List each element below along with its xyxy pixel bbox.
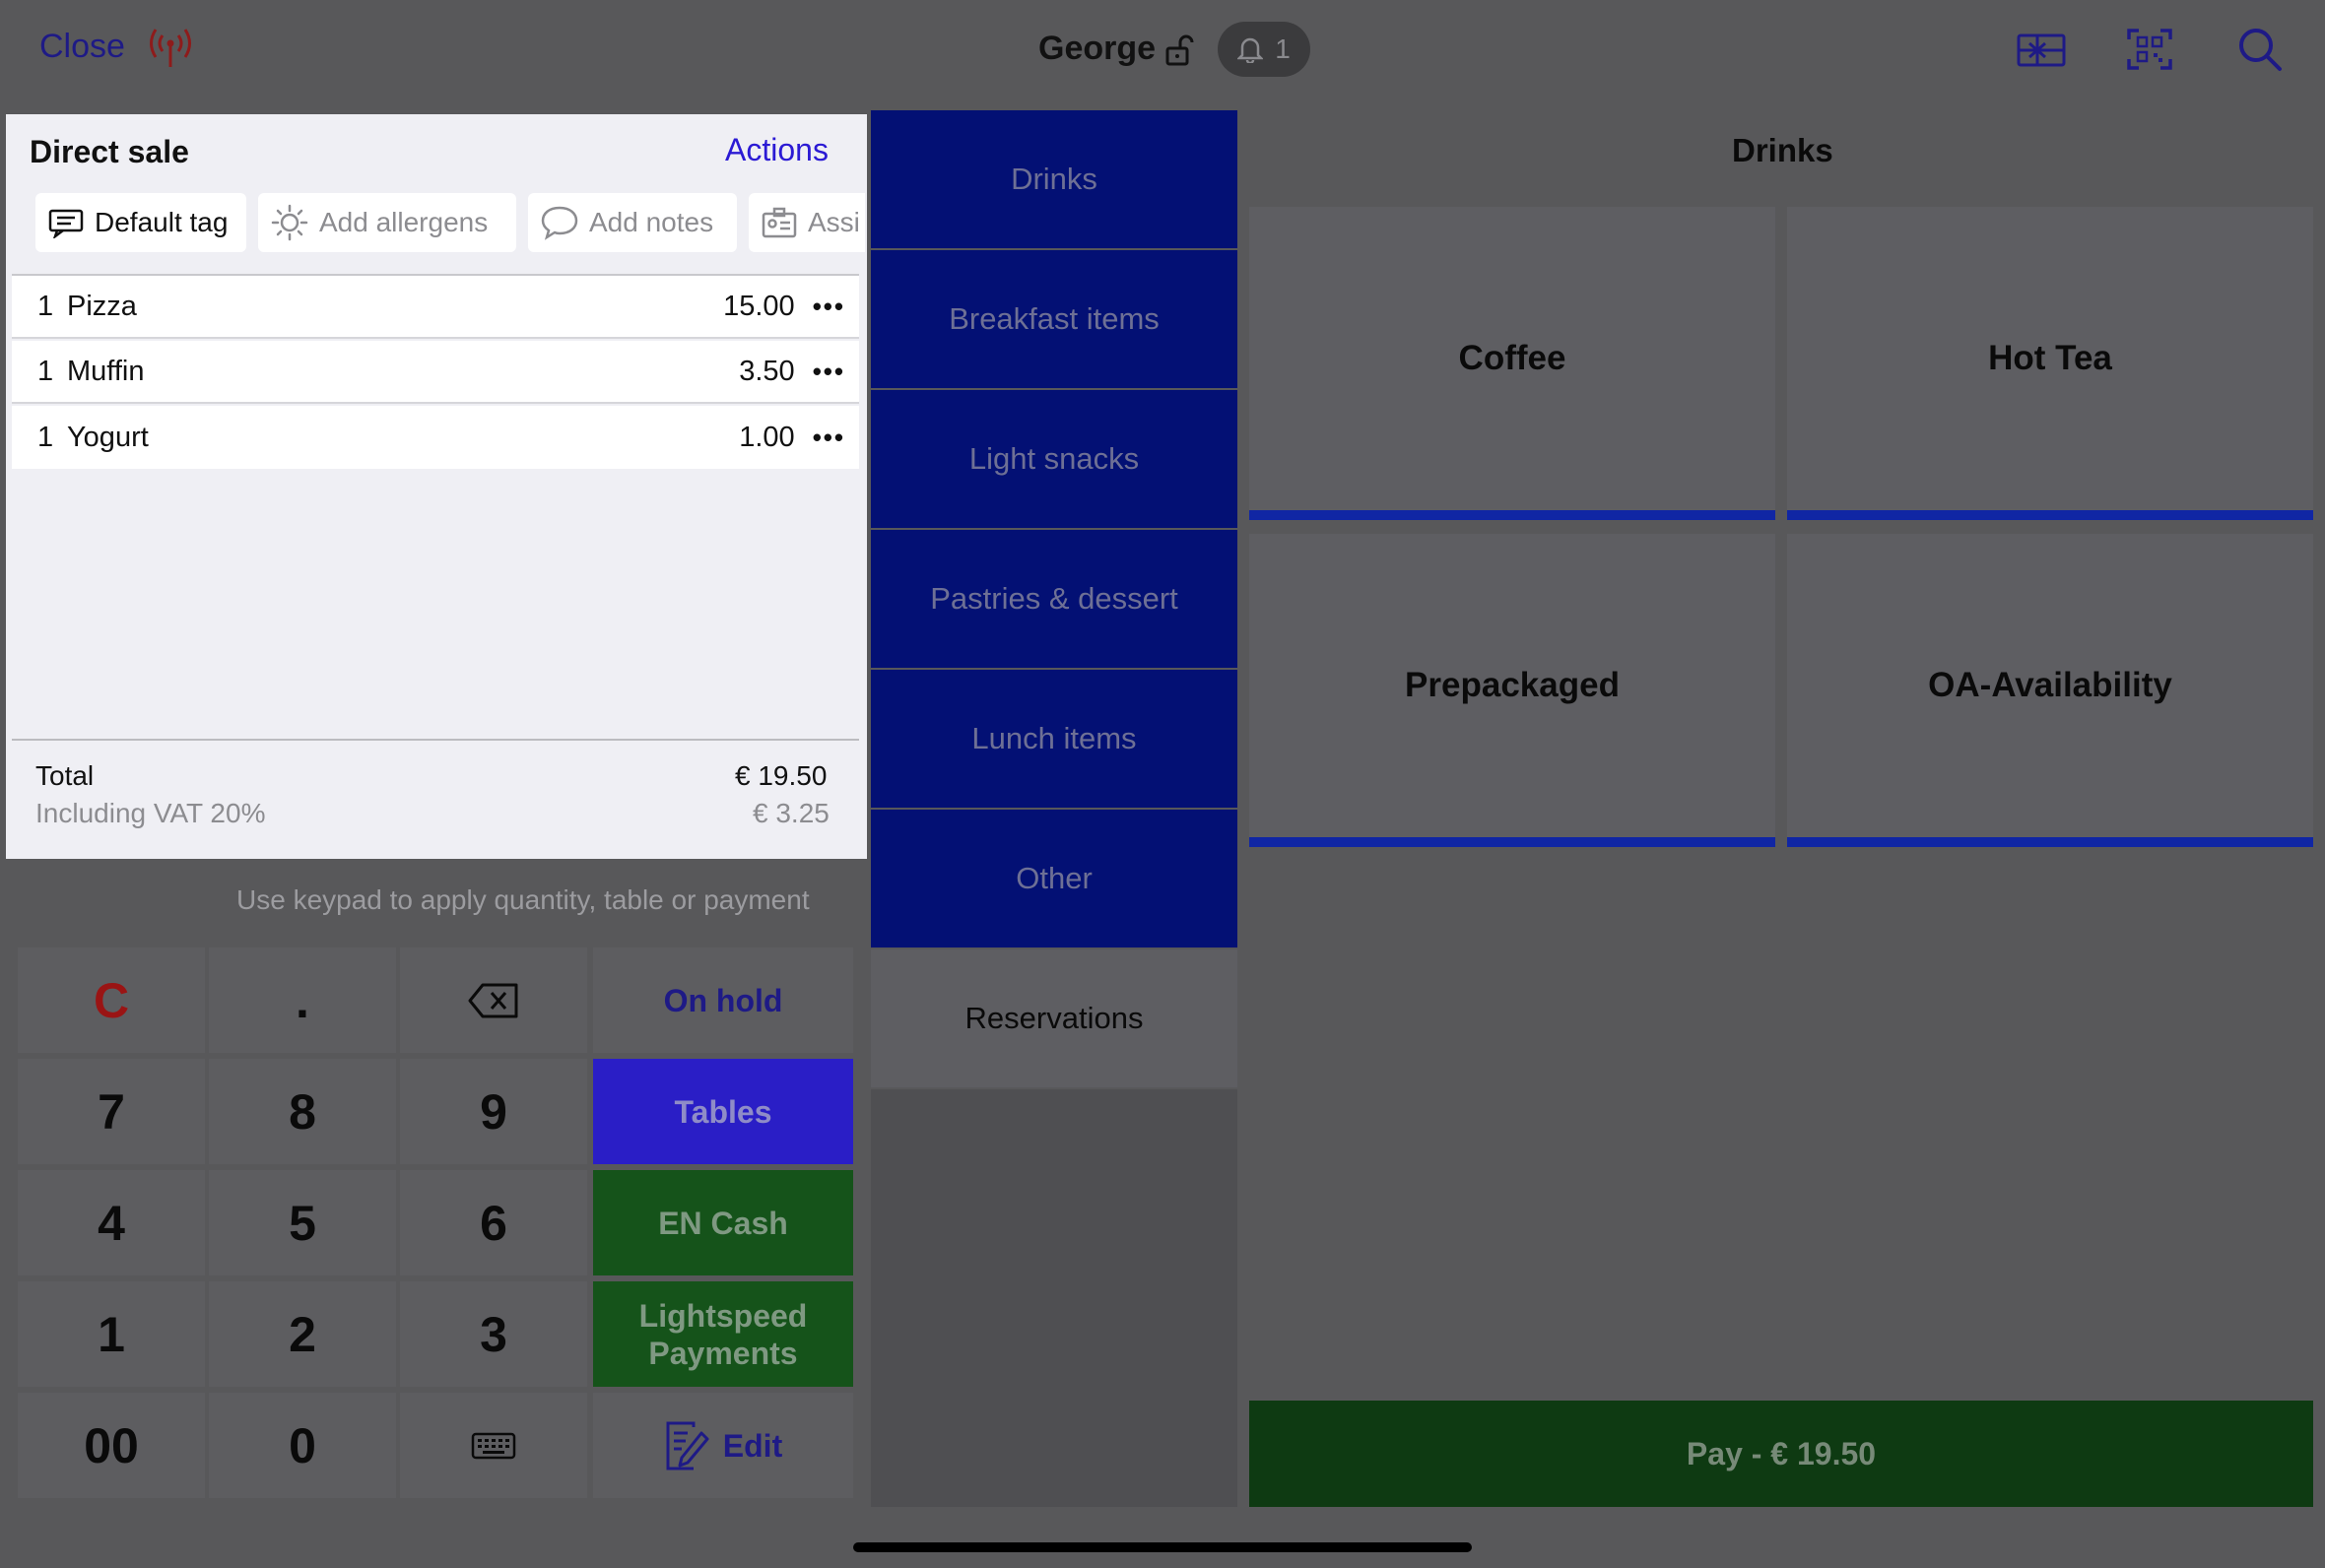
- en-cash-button[interactable]: EN Cash: [593, 1170, 853, 1275]
- add-notes-label: Add notes: [589, 207, 714, 237]
- key-9[interactable]: 9: [400, 1059, 587, 1164]
- qr-scan-icon[interactable]: [2124, 26, 2175, 73]
- key-1[interactable]: 1: [18, 1281, 205, 1387]
- item-name: Pizza: [67, 290, 137, 322]
- category-pastries-dessert[interactable]: Pastries & dessert: [871, 530, 1237, 668]
- clear-key[interactable]: C: [18, 947, 205, 1053]
- search-icon[interactable]: [2234, 26, 2286, 73]
- order-item-row[interactable]: 1 Yogurt 1.00 •••: [12, 406, 859, 469]
- id-card-icon: [762, 207, 797, 238]
- order-item-row[interactable]: 1 Muffin 3.50 •••: [12, 341, 859, 404]
- product-coffee[interactable]: Coffee: [1249, 207, 1775, 520]
- order-item-row[interactable]: 1 Pizza 15.00 •••: [12, 276, 859, 339]
- category-lunch-items[interactable]: Lunch items: [871, 670, 1237, 808]
- home-indicator[interactable]: [853, 1542, 1472, 1552]
- edit-label: Edit: [722, 1427, 783, 1464]
- keyboard-key[interactable]: [400, 1393, 587, 1498]
- pay-button[interactable]: Pay - € 19.50: [1249, 1401, 2313, 1507]
- assign-label: Assi: [808, 207, 860, 237]
- item-quantity: 1: [37, 421, 54, 453]
- notification-count: 1: [1275, 33, 1291, 64]
- total-divider: [12, 739, 859, 741]
- tag-list-icon: [48, 209, 84, 238]
- keyboard-icon: [471, 1432, 516, 1459]
- category-drinks[interactable]: Drinks: [871, 110, 1237, 248]
- close-button[interactable]: Close: [39, 28, 125, 66]
- lightspeed-payments-button[interactable]: Lightspeed Payments: [593, 1281, 853, 1387]
- order-chip-row: Default tag Add allergens Add notes Assi: [0, 193, 865, 252]
- edit-button[interactable]: Edit: [593, 1393, 853, 1498]
- signal-icon: [150, 29, 191, 67]
- edit-icon: [666, 1421, 709, 1470]
- on-hold-button[interactable]: On hold: [593, 947, 853, 1053]
- tables-button[interactable]: Tables: [593, 1059, 853, 1164]
- more-options-icon[interactable]: •••: [813, 292, 845, 322]
- item-price: 3.50: [739, 355, 795, 387]
- default-tag-chip[interactable]: Default tag: [35, 193, 246, 252]
- key-2[interactable]: 2: [209, 1281, 396, 1387]
- add-allergens-chip[interactable]: Add allergens: [258, 193, 516, 252]
- order-title: Direct sale: [30, 134, 189, 169]
- more-options-icon[interactable]: •••: [813, 357, 845, 387]
- product-oa-availability[interactable]: OA-Availability: [1787, 534, 2313, 847]
- item-name: Yogurt: [67, 421, 149, 453]
- more-options-icon[interactable]: •••: [813, 423, 845, 453]
- assign-chip[interactable]: Assi: [749, 193, 865, 252]
- products-title: Drinks: [1732, 132, 1833, 168]
- item-quantity: 1: [37, 290, 54, 322]
- keypad-hint: Use keypad to apply quantity, table or p…: [236, 884, 810, 915]
- add-allergens-label: Add allergens: [319, 207, 489, 237]
- backspace-icon: [468, 983, 518, 1017]
- bell-icon: [1237, 37, 1264, 63]
- speech-bubble-icon: [541, 206, 578, 240]
- key-00[interactable]: 00: [18, 1393, 205, 1498]
- gift-card-icon[interactable]: [2016, 26, 2067, 73]
- category-reservations[interactable]: Reservations: [871, 949, 1237, 1087]
- item-quantity: 1: [37, 355, 54, 387]
- decimal-key[interactable]: .: [209, 947, 396, 1053]
- key-0[interactable]: 0: [209, 1393, 396, 1498]
- key-3[interactable]: 3: [400, 1281, 587, 1387]
- allergen-icon: [271, 204, 308, 241]
- item-price: 1.00: [739, 421, 795, 453]
- category-light-snacks[interactable]: Light snacks: [871, 390, 1237, 528]
- item-name: Muffin: [67, 355, 145, 387]
- vat-label: Including VAT 20%: [35, 798, 266, 828]
- item-price: 15.00: [723, 290, 795, 322]
- default-tag-label: Default tag: [95, 207, 229, 237]
- product-hot-tea[interactable]: Hot Tea: [1787, 207, 2313, 520]
- key-5[interactable]: 5: [209, 1170, 396, 1275]
- product-prepackaged[interactable]: Prepackaged: [1249, 534, 1775, 847]
- total-value: € 19.50: [735, 760, 828, 791]
- notifications-button[interactable]: 1: [1218, 22, 1310, 77]
- category-column-filler: [871, 1089, 1237, 1507]
- key-8[interactable]: 8: [209, 1059, 396, 1164]
- backspace-key[interactable]: [400, 947, 587, 1053]
- key-6[interactable]: 6: [400, 1170, 587, 1275]
- add-notes-chip[interactable]: Add notes: [528, 193, 737, 252]
- category-other[interactable]: Other: [871, 810, 1237, 947]
- category-breakfast-items[interactable]: Breakfast items: [871, 250, 1237, 388]
- key-4[interactable]: 4: [18, 1170, 205, 1275]
- vat-value: € 3.25: [753, 798, 830, 828]
- lock-icon[interactable]: [1164, 33, 1194, 67]
- user-name[interactable]: George: [1038, 30, 1156, 68]
- total-label: Total: [35, 760, 95, 791]
- actions-button[interactable]: Actions: [725, 132, 829, 168]
- key-7[interactable]: 7: [18, 1059, 205, 1164]
